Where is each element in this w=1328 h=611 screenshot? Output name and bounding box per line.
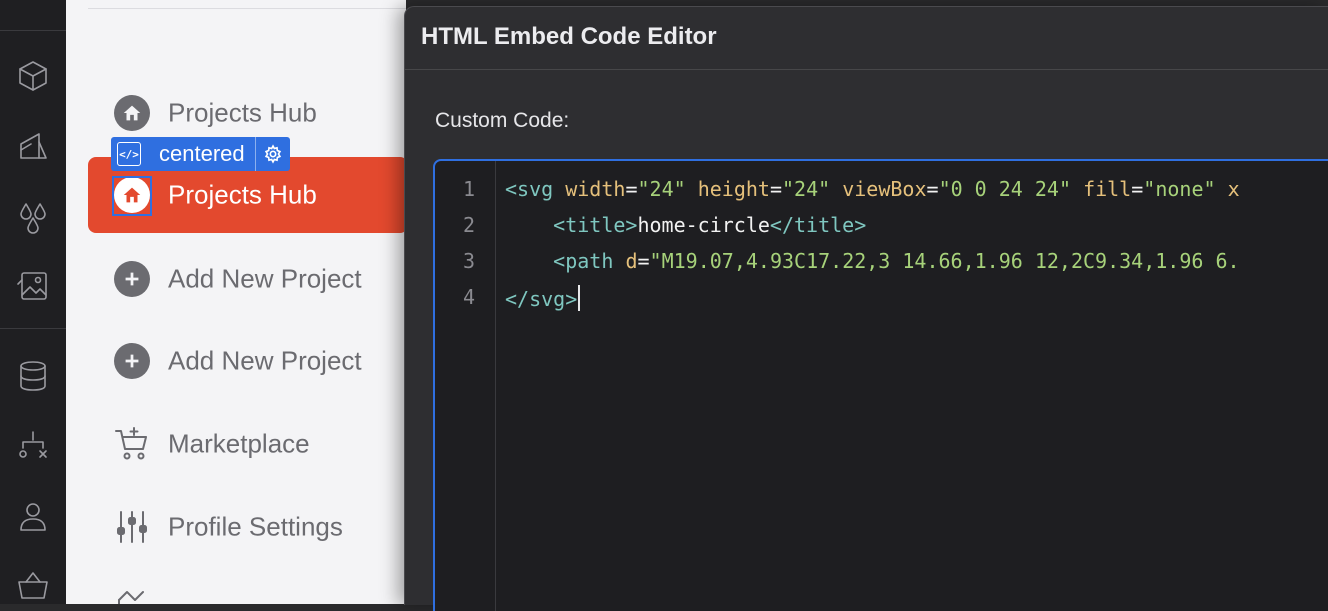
- database-icon[interactable]: [13, 356, 53, 396]
- element-name: centered: [147, 137, 256, 171]
- selected-element-outline: [112, 176, 152, 216]
- line-number: 3: [462, 249, 475, 273]
- line-number: 1: [462, 177, 475, 201]
- image-icon[interactable]: [13, 266, 53, 306]
- nav-panel: Projects Hub Projects Hub Add New Projec…: [66, 0, 406, 604]
- droplets-icon[interactable]: [13, 196, 53, 236]
- code-token: home-circle: [637, 213, 770, 237]
- nav-top-divider: [88, 8, 406, 9]
- code-line-1[interactable]: <svg width="24" height="24" viewBox="0 0…: [505, 177, 1240, 201]
- code-line-3[interactable]: <path d="M19.07,4.93C17.22,3 14.66,1.96 …: [505, 249, 1240, 273]
- code-line-2[interactable]: <title>home-circle</title>: [505, 213, 866, 237]
- code-line-4[interactable]: </svg>: [505, 285, 581, 311]
- line-number: 4: [462, 285, 475, 309]
- code-token: <svg: [505, 177, 554, 201]
- nav-item-label: Add New Project: [168, 263, 362, 294]
- code-token: </svg>: [505, 287, 578, 311]
- modal-header-divider: [405, 69, 1328, 70]
- nav-item-label: Marketplace: [168, 428, 310, 459]
- user-icon[interactable]: [13, 496, 53, 536]
- plus-circle-icon: [113, 342, 151, 380]
- code-embed-icon: </>: [111, 137, 147, 171]
- code-token: "0 0 24 24": [938, 177, 1072, 201]
- text-caret: [578, 285, 581, 311]
- sliders-icon: [113, 508, 151, 546]
- code-token: fill: [1083, 177, 1132, 201]
- code-token: =: [637, 249, 650, 273]
- tool-rail: [0, 0, 67, 604]
- gear-icon[interactable]: [256, 137, 290, 171]
- code-token: <title>: [553, 213, 638, 237]
- basket-icon[interactable]: [13, 566, 53, 606]
- workflow-icon[interactable]: [13, 426, 53, 466]
- cart-plus-icon: [113, 425, 151, 463]
- nav-item-label: Projects Hub: [168, 97, 317, 128]
- code-editor[interactable]: 1 2 3 4 <svg width="24" height="24" view…: [433, 159, 1328, 611]
- code-token: "24": [637, 177, 686, 201]
- element-badge[interactable]: </> centered: [111, 137, 290, 171]
- code-token: =: [769, 177, 782, 201]
- modal-title: HTML Embed Code Editor: [421, 23, 717, 50]
- code-token: =: [1131, 177, 1144, 201]
- rail-divider: [0, 328, 66, 329]
- code-token: viewBox: [842, 177, 927, 201]
- nav-item-label: Profile Settings: [168, 511, 343, 542]
- code-token: d: [625, 249, 638, 273]
- paint-bucket-icon[interactable]: [13, 126, 53, 166]
- cube-icon[interactable]: [13, 56, 53, 96]
- code-token: height: [697, 177, 770, 201]
- code-token: </title>: [769, 213, 867, 237]
- plus-circle-icon: [113, 260, 151, 298]
- code-editor-modal: HTML Embed Code Editor Custom Code: 1 2 …: [404, 6, 1328, 611]
- code-token: "none": [1143, 177, 1216, 201]
- code-token: =: [625, 177, 638, 201]
- home-circle-icon: [113, 94, 151, 132]
- rail-divider: [0, 30, 66, 31]
- line-number-gutter: 1 2 3 4: [435, 161, 496, 611]
- nav-item-label: Projects Hub: [168, 179, 317, 210]
- code-token: "M19.07,4.93C17.22,3 14.66,1.96 12,2C9.3…: [649, 249, 1240, 273]
- code-token: x: [1227, 177, 1240, 201]
- partial-nav-icon: [113, 586, 151, 604]
- nav-item-label: Add New Project: [168, 345, 362, 376]
- line-number: 2: [462, 213, 475, 237]
- nav-item-profile-settings[interactable]: Profile Settings: [88, 490, 406, 564]
- nav-item-add-new-project-2[interactable]: Add New Project: [88, 324, 406, 398]
- nav-item-marketplace[interactable]: Marketplace: [88, 407, 406, 481]
- code-token: width: [565, 177, 626, 201]
- code-token: "24": [782, 177, 831, 201]
- custom-code-label: Custom Code:: [435, 109, 570, 132]
- code-token: <path: [553, 249, 614, 273]
- nav-item-add-new-project[interactable]: Add New Project: [88, 242, 406, 316]
- code-token: =: [926, 177, 939, 201]
